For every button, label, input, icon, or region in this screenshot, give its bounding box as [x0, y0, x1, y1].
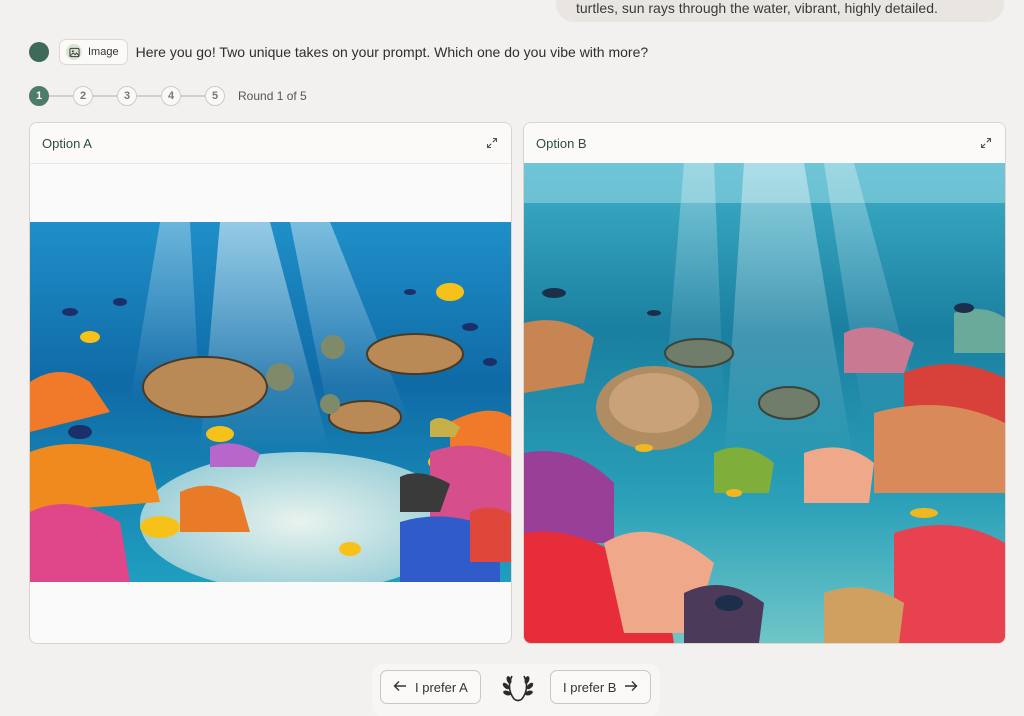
preference-bar: I prefer A I prefer B	[372, 664, 660, 716]
option-b-header: Option B	[524, 123, 1005, 164]
step-2[interactable]: 2	[73, 86, 93, 106]
step-4[interactable]: 4	[161, 86, 181, 106]
image-icon	[66, 44, 82, 60]
assistant-message-text: Here you go! Two unique takes on your pr…	[135, 44, 649, 60]
step-1[interactable]: 1	[29, 86, 49, 106]
step-connector	[181, 95, 205, 97]
prefer-a-button[interactable]: I prefer A	[380, 670, 481, 704]
step-3[interactable]: 3	[117, 86, 137, 106]
option-a-header: Option A	[30, 123, 511, 164]
prefer-b-button[interactable]: I prefer B	[550, 670, 652, 704]
option-a-card[interactable]: Option A	[29, 122, 512, 644]
expand-icon[interactable]	[485, 136, 499, 150]
step-5[interactable]: 5	[205, 86, 225, 106]
arrow-right-icon	[624, 680, 638, 695]
laurel-wreath-icon	[500, 672, 536, 704]
step-connector	[137, 95, 161, 97]
expand-icon[interactable]	[979, 136, 993, 150]
option-b-image[interactable]	[524, 163, 1005, 643]
option-a-title: Option A	[42, 135, 92, 151]
option-b-card[interactable]: Option B	[523, 122, 1006, 644]
arrow-left-icon	[393, 680, 407, 695]
option-a-image[interactable]	[30, 222, 511, 582]
image-mode-chip[interactable]: Image	[59, 39, 128, 65]
step-connector	[93, 95, 117, 97]
assistant-avatar	[29, 42, 49, 62]
prefer-a-label: I prefer A	[415, 679, 468, 695]
round-stepper: 1 2 3 4 5 Round 1 of 5	[29, 85, 307, 107]
assistant-message-row: Image Here you go! Two unique takes on y…	[29, 38, 648, 66]
step-connector	[49, 95, 73, 97]
prefer-b-label: I prefer B	[563, 679, 617, 695]
user-message-bubble: turtles, sun rays through the water, vib…	[556, 0, 1004, 22]
image-chip-label: Image	[88, 46, 119, 58]
user-message-text: turtles, sun rays through the water, vib…	[576, 0, 938, 16]
round-label: Round 1 of 5	[238, 89, 307, 103]
option-b-title: Option B	[536, 135, 587, 151]
